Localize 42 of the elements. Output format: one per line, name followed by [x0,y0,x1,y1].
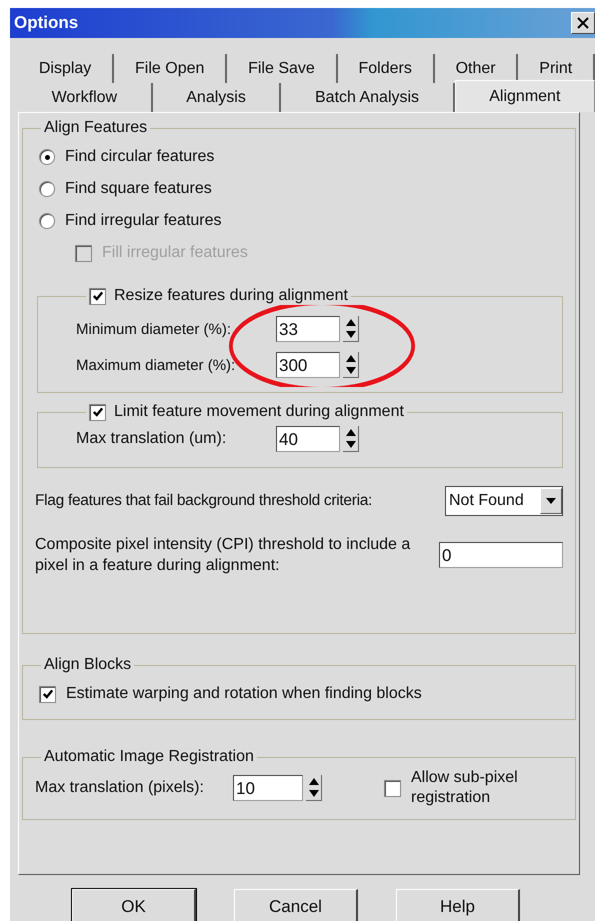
dialog-button[interactable]: Cancel [234,889,358,921]
group-title: Automatic Image Registration [44,748,254,765]
checkbox[interactable] [89,404,106,420]
checkbox-label: Allow sub-pixel registration [411,768,519,808]
checkbox-label: Resize features during alignment [114,287,348,305]
tab[interactable]: Alignment [454,80,595,112]
radio-button[interactable] [39,213,55,229]
checkbox-label: Fill irregular features [102,244,248,262]
close-icon [577,17,589,29]
field-label: Maximum diameter (%): [76,356,236,374]
radio-button[interactable] [39,181,55,197]
radio-button[interactable] [39,149,55,165]
number-field[interactable]: 300 [276,352,340,378]
checkbox-label: Limit feature movement during alignment [114,403,404,421]
dropdown[interactable]: Not Found [445,486,563,516]
checkbox-label: Estimate warping and rotation when finding blocks [66,685,422,703]
radio-label: Find circular features [65,148,214,166]
radio-label: Find square features [65,180,212,198]
group-title: Align Features [44,119,148,136]
field-label: Flag features that fail background threshold criteria: [35,492,372,510]
spin-buttons[interactable] [343,316,359,342]
number-field[interactable]: 10 [233,775,303,801]
number-field[interactable]: 33 [276,316,340,342]
text-field[interactable]: 0 [439,542,563,568]
dialog-button[interactable]: Help [396,889,520,921]
field-label: Minimum diameter (%): [76,320,232,338]
spin-buttons[interactable] [343,352,359,378]
caret-icon [546,498,556,504]
field-label: Composite pixel intensity (CPI) threshold to include a pixel in a feature during alignment: [35,535,412,576]
number-field[interactable]: 40 [276,426,340,452]
close-button[interactable] [571,12,595,34]
checkbox[interactable] [39,686,56,702]
group-title: Align Blocks [44,656,132,673]
checkbox[interactable] [89,288,106,304]
window-title: Options [14,13,78,33]
radio-label: Find irregular features [65,212,222,230]
field-label: Max translation (pixels): [35,779,205,797]
spin-buttons[interactable] [343,426,359,452]
spin-buttons[interactable] [306,775,322,801]
dialog-button[interactable]: OK [72,889,196,921]
field-label: Max translation (um): [76,430,228,448]
checkbox[interactable] [384,780,401,796]
